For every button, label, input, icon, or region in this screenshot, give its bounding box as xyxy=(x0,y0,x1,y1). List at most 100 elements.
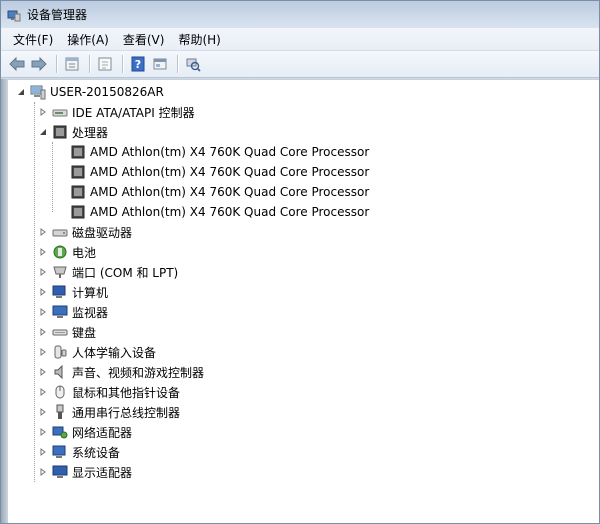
properties-icon[interactable] xyxy=(62,54,82,74)
menu-help[interactable]: 帮助(H) xyxy=(172,29,226,50)
expand-arrow-icon[interactable] xyxy=(38,367,48,377)
expand-arrow-icon[interactable] xyxy=(38,247,48,257)
tree-item-label: 端口 (COM 和 LPT) xyxy=(72,265,179,280)
toolbar-separator xyxy=(177,55,178,73)
tree-item-label: 显示适配器 xyxy=(72,465,133,480)
toolbar: ? xyxy=(1,51,599,78)
processor-icon xyxy=(70,164,86,180)
menu-action[interactable]: 操作(A) xyxy=(61,29,115,50)
back-icon[interactable] xyxy=(7,54,27,74)
tree-item-label: 计算机 xyxy=(72,285,109,300)
processor-icon xyxy=(70,204,86,220)
sound-icon xyxy=(52,364,68,380)
show-hide-icon[interactable] xyxy=(95,54,115,74)
expand-arrow-icon[interactable] xyxy=(38,327,48,337)
tree-item-label: IDE ATA/ATAPI 控制器 xyxy=(72,105,195,120)
tree-item-label: 磁盘驱动器 xyxy=(72,225,133,240)
expand-arrow-icon[interactable] xyxy=(38,107,48,117)
ide-controller-icon xyxy=(52,104,68,120)
processor-icon xyxy=(70,144,86,160)
processor-name: AMD Athlon(tm) X4 760K Quad Core Process… xyxy=(90,165,370,179)
expand-arrow-icon[interactable] xyxy=(38,407,48,417)
processor-entry[interactable]: AMD Athlon(tm) X4 760K Quad Core Process… xyxy=(70,142,369,162)
tree-item-keyboard[interactable]: 键盘 xyxy=(38,322,96,342)
title-bar[interactable]: 设备管理器 xyxy=(1,1,599,28)
computer-root-icon xyxy=(30,84,46,100)
monitor-icon xyxy=(52,304,68,320)
processor-icon xyxy=(70,184,86,200)
tree-item-label: 通用串行总线控制器 xyxy=(72,405,181,420)
battery-icon xyxy=(52,244,68,260)
hid-icon xyxy=(52,344,68,360)
console-tree-icon[interactable] xyxy=(150,54,170,74)
device-manager-window: 设备管理器 文件(F) 操作(A) 查看(V) 帮助(H) ? USER-201… xyxy=(0,0,600,524)
svg-text:?: ? xyxy=(135,58,141,71)
tree-item-label: 键盘 xyxy=(72,325,97,340)
tree-item-hid[interactable]: 人体学输入设备 xyxy=(38,342,156,362)
menu-file[interactable]: 文件(F) xyxy=(7,29,59,50)
processor-icon xyxy=(52,124,68,140)
tree-item-label: 电池 xyxy=(72,245,97,260)
menu-bar: 文件(F) 操作(A) 查看(V) 帮助(H) xyxy=(1,28,599,51)
tree-item-processor[interactable]: 处理器 xyxy=(38,122,108,142)
processor-name: AMD Athlon(tm) X4 760K Quad Core Process… xyxy=(90,145,370,159)
tree-item-disk-drives[interactable]: 磁盘驱动器 xyxy=(38,222,132,242)
tree-item-computer[interactable]: 计算机 xyxy=(38,282,108,302)
tree-item-network[interactable]: 网络适配器 xyxy=(38,422,132,442)
network-adapter-icon xyxy=(52,424,68,440)
tree-item-system-devices[interactable]: 系统设备 xyxy=(38,442,120,462)
keyboard-icon xyxy=(52,324,68,340)
processor-name: AMD Athlon(tm) X4 760K Quad Core Process… xyxy=(90,205,370,219)
tree-item-label: 网络适配器 xyxy=(72,425,133,440)
collapse-arrow-icon[interactable] xyxy=(16,87,26,97)
tree-guide-line xyxy=(52,142,53,212)
forward-icon[interactable] xyxy=(29,54,49,74)
menu-view[interactable]: 查看(V) xyxy=(117,29,171,50)
processor-entry[interactable]: AMD Athlon(tm) X4 760K Quad Core Process… xyxy=(70,182,369,202)
tree-item-mouse[interactable]: 鼠标和其他指针设备 xyxy=(38,382,180,402)
tree-item-label: 处理器 xyxy=(72,125,109,140)
window-title: 设备管理器 xyxy=(27,8,88,22)
expand-arrow-icon[interactable] xyxy=(38,387,48,397)
device-tree-pane[interactable]: USER-20150826AR IDE ATA/ATAPI 控制器 处理器 AM… xyxy=(7,79,599,523)
processor-entry[interactable]: AMD Athlon(tm) X4 760K Quad Core Process… xyxy=(70,202,369,222)
tree-item-label: 鼠标和其他指针设备 xyxy=(72,385,181,400)
collapse-arrow-icon[interactable] xyxy=(38,127,48,137)
expand-arrow-icon[interactable] xyxy=(38,347,48,357)
tree-item-ide[interactable]: IDE ATA/ATAPI 控制器 xyxy=(38,102,195,122)
tree-item-sound[interactable]: 声音、视频和游戏控制器 xyxy=(38,362,204,382)
toolbar-separator xyxy=(122,55,123,73)
tree-item-label: 监视器 xyxy=(72,305,109,320)
help-icon[interactable]: ? xyxy=(128,54,148,74)
device-manager-app-icon xyxy=(7,8,21,22)
expand-arrow-icon[interactable] xyxy=(38,287,48,297)
tree-item-battery[interactable]: 电池 xyxy=(38,242,96,262)
expand-arrow-icon[interactable] xyxy=(38,267,48,277)
tree-item-monitor[interactable]: 监视器 xyxy=(38,302,108,322)
tree-root[interactable]: USER-20150826AR xyxy=(16,82,164,102)
tree-item-display-adapters[interactable]: 显示适配器 xyxy=(38,462,132,482)
toolbar-separator xyxy=(56,55,57,73)
expand-arrow-icon[interactable] xyxy=(38,427,48,437)
expand-arrow-icon[interactable] xyxy=(38,467,48,477)
scan-hardware-icon[interactable] xyxy=(183,54,203,74)
expand-arrow-icon[interactable] xyxy=(38,227,48,237)
expand-arrow-icon[interactable] xyxy=(38,307,48,317)
display-adapter-icon xyxy=(52,464,68,480)
port-icon xyxy=(52,264,68,280)
computer-name: USER-20150826AR xyxy=(50,85,164,99)
toolbar-separator xyxy=(89,55,90,73)
tree-item-usb[interactable]: 通用串行总线控制器 xyxy=(38,402,180,422)
processor-entry[interactable]: AMD Athlon(tm) X4 760K Quad Core Process… xyxy=(70,162,369,182)
system-device-icon xyxy=(52,444,68,460)
tree-item-label: 人体学输入设备 xyxy=(72,345,157,360)
disk-drive-icon xyxy=(52,224,68,240)
expand-arrow-icon[interactable] xyxy=(38,447,48,457)
computer-icon xyxy=(52,284,68,300)
tree-item-label: 系统设备 xyxy=(72,445,121,460)
tree-item-label: 声音、视频和游戏控制器 xyxy=(72,365,205,380)
tree-guide-line xyxy=(34,102,35,482)
processor-name: AMD Athlon(tm) X4 760K Quad Core Process… xyxy=(90,185,370,199)
mouse-icon xyxy=(52,384,68,400)
tree-item-ports[interactable]: 端口 (COM 和 LPT) xyxy=(38,262,178,282)
